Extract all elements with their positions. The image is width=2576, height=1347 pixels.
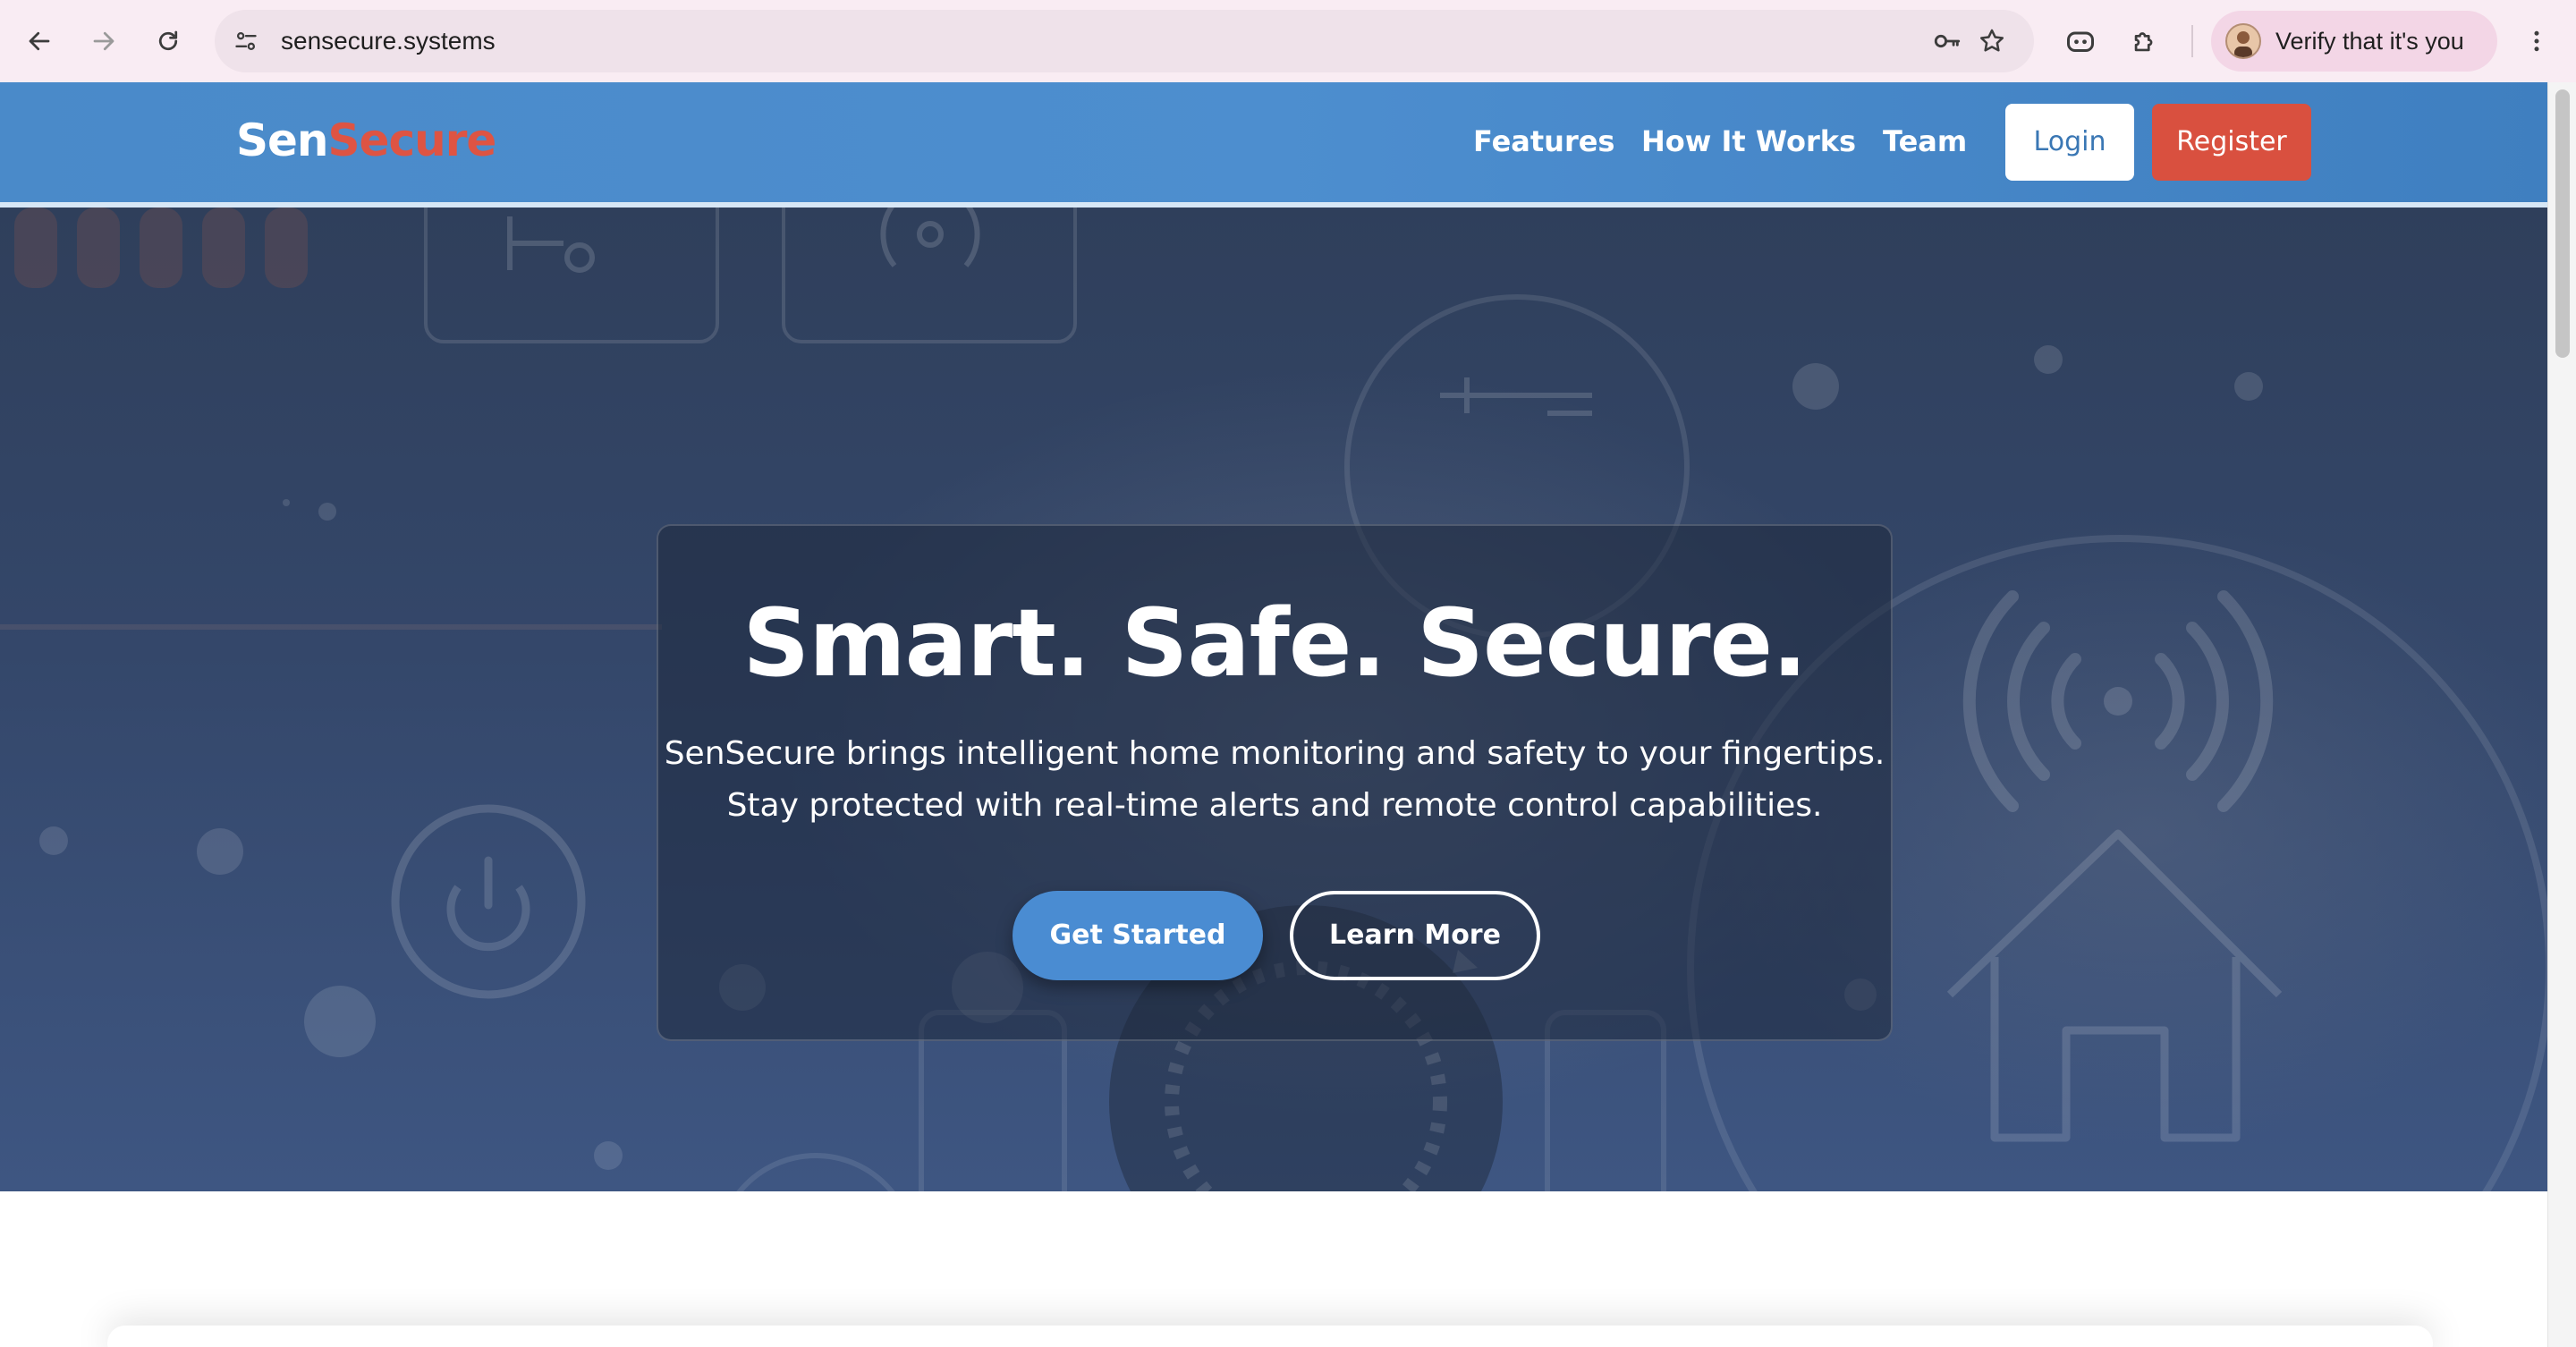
- browser-toolbar: sensecure.systems Verify that it's you: [0, 0, 2576, 82]
- bookmark-button[interactable]: [1973, 22, 2011, 60]
- tune-icon: [235, 31, 257, 51]
- site-info-button[interactable]: [227, 22, 265, 60]
- camera-icon: [507, 216, 595, 273]
- back-button[interactable]: [16, 18, 63, 64]
- reload-button[interactable]: [145, 18, 191, 64]
- kebab-menu-icon: [2534, 30, 2539, 52]
- avatar: [2225, 23, 2261, 59]
- forward-button[interactable]: [80, 18, 127, 64]
- logo-text-part1: Sen: [236, 114, 329, 166]
- toolbar-divider: [2191, 25, 2193, 57]
- get-started-button[interactable]: Get Started: [1013, 891, 1263, 980]
- browser-menu-button[interactable]: [2515, 20, 2558, 63]
- password-button[interactable]: [1928, 22, 1966, 60]
- profile-chip-label: Verify that it's you: [2275, 28, 2464, 55]
- section-card-shadow: [107, 1326, 2433, 1347]
- hero-card: Smart. Safe. Secure. SenSecure brings in…: [657, 524, 1893, 1041]
- extensions-button[interactable]: [2123, 20, 2166, 63]
- incognito-button[interactable]: [2059, 20, 2102, 63]
- nav-link-team[interactable]: Team: [1883, 113, 1967, 170]
- learn-more-button[interactable]: Learn More: [1290, 891, 1540, 980]
- broadcast-icon: [1962, 590, 2274, 812]
- address-bar[interactable]: sensecure.systems: [215, 10, 2034, 72]
- site-header: SenSecure Features How It Works Team Log…: [0, 82, 2547, 208]
- register-button[interactable]: Register: [2152, 104, 2311, 181]
- hero-section: Smart. Safe. Secure. SenSecure brings in…: [0, 208, 2547, 1191]
- arrow-left-icon: [29, 31, 50, 51]
- hero-subtitle: SenSecure brings intelligent home monito…: [658, 728, 1891, 832]
- profile-chip[interactable]: Verify that it's you: [2211, 11, 2497, 72]
- nav-link-how-it-works[interactable]: How It Works: [1641, 113, 1856, 170]
- login-button[interactable]: Login: [2005, 104, 2134, 181]
- house-icon: [1946, 829, 2283, 1142]
- arrow-right-icon: [93, 31, 114, 51]
- wifi-signal-icon: [880, 208, 980, 267]
- star-icon: [1980, 29, 2004, 52]
- page-scrollbar[interactable]: [2547, 82, 2576, 1347]
- hero-title: Smart. Safe. Secure.: [742, 589, 1807, 698]
- logo-text-part2: Secure: [327, 114, 497, 166]
- site-logo[interactable]: SenSecure: [236, 109, 496, 172]
- key-icon: [1934, 34, 1961, 48]
- hero-subtitle-line-1: SenSecure brings intelligent home monito…: [664, 735, 1885, 772]
- hero-subtitle-line-2: Stay protected with real-time alerts and…: [726, 787, 1823, 824]
- puzzle-icon: [2134, 32, 2153, 52]
- url-text[interactable]: sensecure.systems: [281, 10, 496, 72]
- scrollbar-thumb[interactable]: [2555, 89, 2570, 358]
- power-icon: [391, 804, 586, 999]
- incognito-icon: [2067, 31, 2094, 52]
- reload-icon: [158, 30, 178, 51]
- page-viewport: SenSecure Features How It Works Team Log…: [0, 82, 2547, 1347]
- next-section: [0, 1191, 2547, 1347]
- nav-link-features[interactable]: Features: [1473, 113, 1614, 170]
